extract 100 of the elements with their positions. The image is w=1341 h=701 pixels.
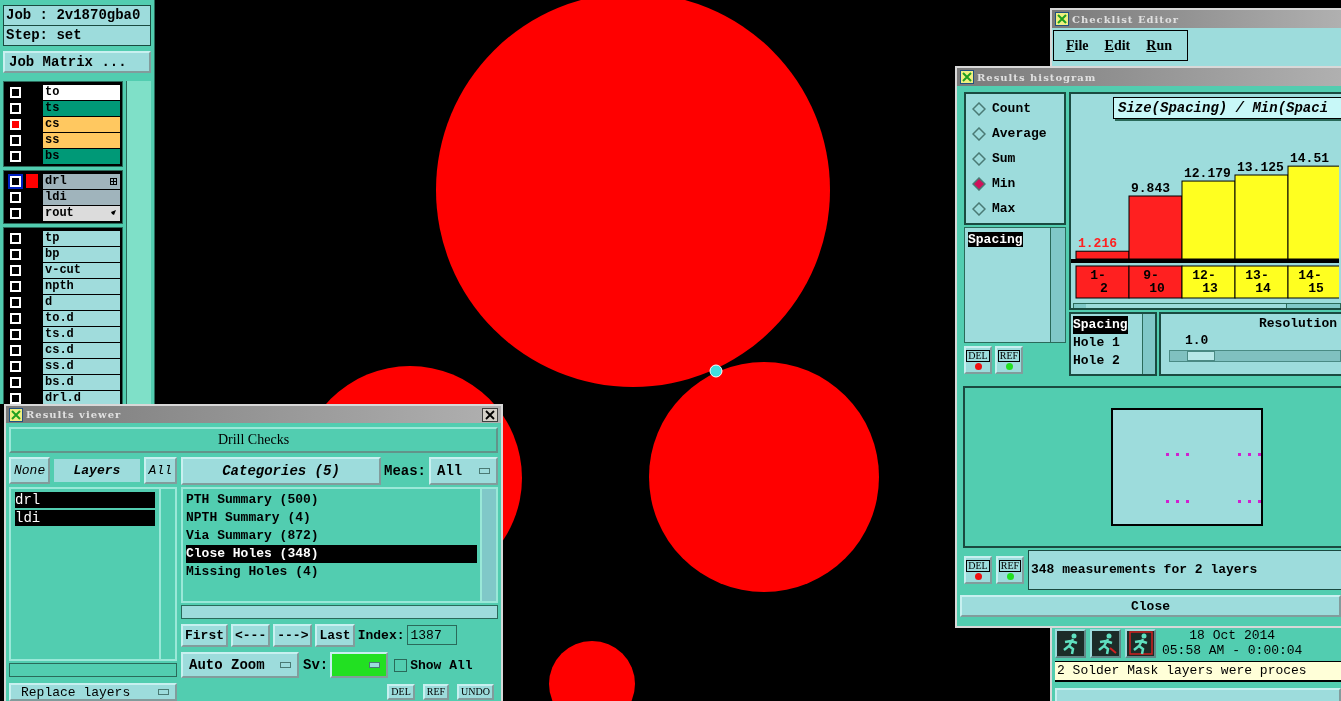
list-item[interactable]: Missing Holes (4) xyxy=(186,563,477,581)
radio-button[interactable] xyxy=(972,101,986,116)
app-icon xyxy=(960,70,974,84)
dot-button[interactable]: REF xyxy=(995,346,1023,374)
navigation-button[interactable]: First xyxy=(181,623,228,647)
navigation-button[interactable]: <--- xyxy=(231,623,271,647)
dot-button[interactable]: REF xyxy=(996,556,1024,584)
layer-checkbox[interactable] xyxy=(10,86,21,98)
meas-dropdown[interactable]: All xyxy=(429,457,498,485)
layer-name[interactable]: ldi xyxy=(43,189,120,205)
layer-checkbox[interactable] xyxy=(10,150,21,162)
navigation-button[interactable]: Last xyxy=(315,623,355,647)
measurement-marker xyxy=(709,364,723,378)
app-icon xyxy=(1055,12,1069,26)
list-item[interactable]: Spacing xyxy=(968,232,1023,247)
radio-button[interactable] xyxy=(972,176,986,191)
layer-checkbox[interactable] xyxy=(10,328,21,340)
slider-thumb[interactable] xyxy=(1187,351,1215,361)
layer-checkbox[interactable] xyxy=(10,248,21,260)
resolution-value: 1.0 xyxy=(1185,333,1210,348)
layer-name[interactable]: rout xyxy=(43,205,120,221)
scrollbar[interactable] xyxy=(181,605,498,619)
layer-checkbox[interactable] xyxy=(10,207,21,219)
layer-checkbox[interactable] xyxy=(10,232,21,244)
index-field[interactable]: 1387 xyxy=(407,625,458,645)
layer-name[interactable]: npth xyxy=(43,278,120,294)
list-item[interactable]: Hole 2 xyxy=(1073,352,1120,370)
running-figure-icon[interactable] xyxy=(1055,628,1086,658)
radio-button[interactable] xyxy=(972,126,986,141)
action-button[interactable]: DEL xyxy=(387,684,415,700)
layer-checkbox[interactable] xyxy=(10,264,21,276)
layer-checkbox[interactable] xyxy=(10,175,21,187)
filter-button[interactable]: None xyxy=(9,457,51,484)
resolution-slider[interactable] xyxy=(1169,350,1341,362)
list-item[interactable]: NPTH Summary (4) xyxy=(186,509,477,527)
radio-button[interactable] xyxy=(972,201,986,216)
scrollbar[interactable] xyxy=(9,663,177,677)
running-figure-icon[interactable] xyxy=(1125,628,1156,658)
action-button[interactable]: UNDO xyxy=(457,684,494,700)
layer-name[interactable]: cs xyxy=(43,116,120,132)
mode-label: Max xyxy=(992,201,1016,216)
layer-checkbox[interactable] xyxy=(10,392,21,404)
list-item[interactable]: drl xyxy=(15,492,155,508)
filter-button[interactable]: Layers xyxy=(52,457,142,484)
job-matrix-button[interactable]: Job Matrix ... xyxy=(3,51,151,73)
close-button[interactable]: Close xyxy=(960,595,1341,617)
menu-item[interactable]: File xyxy=(1066,37,1089,54)
list-item[interactable]: Close Holes (348) xyxy=(186,545,477,563)
app-icon xyxy=(9,407,23,422)
layer-name[interactable]: ss.d xyxy=(43,358,120,374)
list-item[interactable]: Spacing xyxy=(1073,316,1128,334)
layer-checkbox[interactable] xyxy=(10,376,21,388)
job-name: Job : 2v1870gba0 xyxy=(4,6,150,26)
layer-name[interactable]: ts.d xyxy=(43,326,120,342)
scrollbar[interactable] xyxy=(1050,228,1065,342)
bar-value-label: 13.125 xyxy=(1237,160,1284,175)
layer-name[interactable]: to.d xyxy=(43,310,120,326)
layer-name[interactable]: d xyxy=(43,294,120,310)
date-text: 18 Oct 2014 xyxy=(1189,628,1276,643)
mode-label: Average xyxy=(992,126,1047,141)
layer-checkbox[interactable] xyxy=(10,102,21,114)
menu-item[interactable]: Edit xyxy=(1104,37,1131,54)
layer-checkbox[interactable] xyxy=(10,312,21,324)
list-item[interactable]: PTH Summary (500) xyxy=(186,491,477,509)
layer-name[interactable]: to xyxy=(43,84,120,100)
navigation-button[interactable]: ---> xyxy=(273,623,313,647)
layer-name[interactable]: bs.d xyxy=(43,374,120,390)
list-item[interactable]: ldi xyxy=(15,510,155,526)
close-icon[interactable] xyxy=(482,407,498,422)
dot-button[interactable]: DEL xyxy=(964,346,992,374)
layer-name[interactable]: v-cut xyxy=(43,262,120,278)
list-item[interactable]: Hole 1 xyxy=(1073,334,1120,352)
radio-button[interactable] xyxy=(972,151,986,166)
running-figure-icon[interactable] xyxy=(1090,628,1121,658)
layer-checkbox[interactable] xyxy=(10,134,21,146)
layer-checkbox[interactable] xyxy=(10,191,21,203)
dot-button[interactable]: DEL xyxy=(964,556,992,584)
scrollbar[interactable] xyxy=(1142,314,1155,374)
layer-name[interactable]: cs.d xyxy=(43,342,120,358)
layer-name[interactable]: bp xyxy=(43,246,120,262)
layer-name[interactable]: drl xyxy=(43,173,120,189)
layer-checkbox[interactable] xyxy=(10,118,21,130)
layer-name[interactable]: tp xyxy=(43,230,120,246)
replace-layers-dropdown[interactable]: Replace layers xyxy=(9,683,177,701)
layer-name[interactable]: bs xyxy=(43,148,120,164)
layer-checkbox[interactable] xyxy=(10,296,21,308)
list-item[interactable]: Via Summary (872) xyxy=(186,527,477,545)
layer-name[interactable]: ts xyxy=(43,100,120,116)
layer-name[interactable]: ss xyxy=(43,132,120,148)
layer-name[interactable]: drl.d xyxy=(43,390,120,404)
checkbox[interactable] xyxy=(394,658,408,672)
categories-button[interactable]: Categories (5) xyxy=(181,457,381,485)
action-button[interactable]: REF xyxy=(422,684,450,700)
menu-item[interactable]: Run xyxy=(1146,37,1172,54)
filter-button[interactable]: All xyxy=(143,457,177,484)
layer-checkbox[interactable] xyxy=(10,280,21,292)
time-text: 05:58 AM - 0:00:04 xyxy=(1162,643,1303,658)
layer-checkbox[interactable] xyxy=(10,360,21,372)
layer-checkbox[interactable] xyxy=(10,344,21,356)
zoom-mode-dropdown[interactable]: Auto Zoom xyxy=(181,652,299,678)
